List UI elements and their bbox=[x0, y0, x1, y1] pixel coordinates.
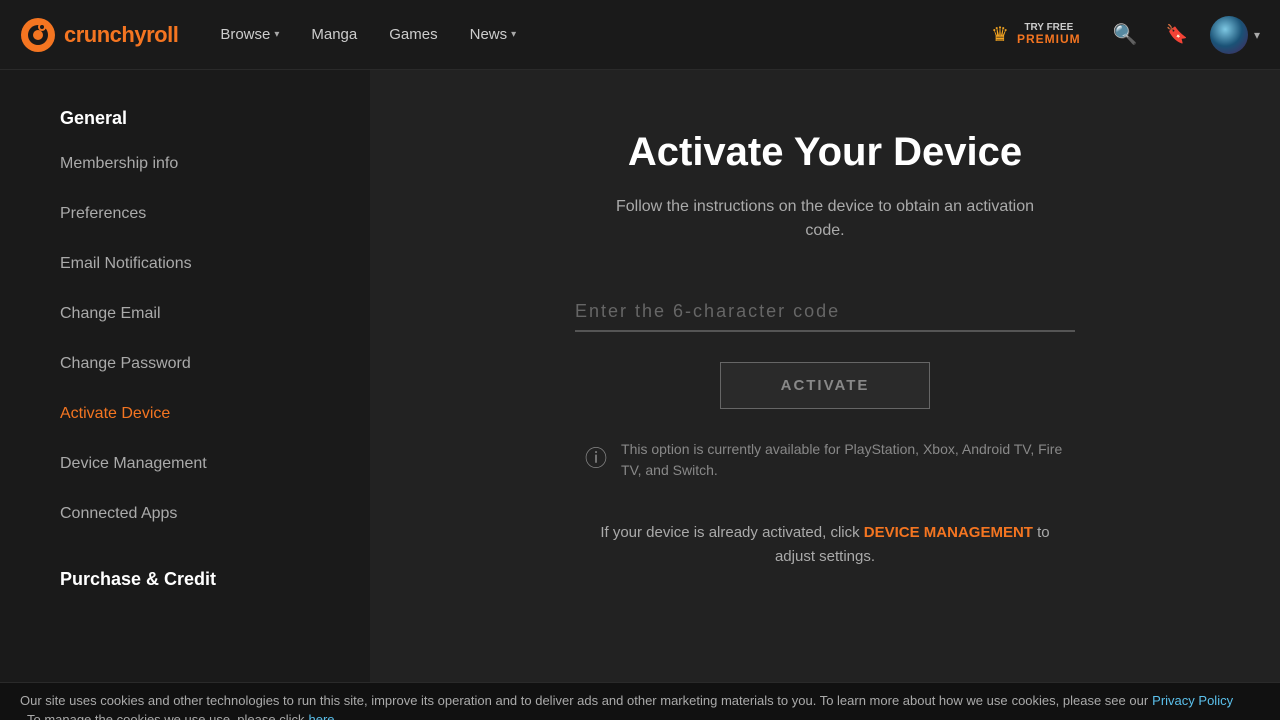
device-management-link[interactable]: DEVICE MANAGEMENT bbox=[864, 524, 1033, 541]
sidebar-item-preferences[interactable]: Preferences bbox=[0, 189, 370, 239]
nav-news[interactable]: News ▾ bbox=[458, 18, 529, 51]
browse-chevron-icon: ▾ bbox=[274, 29, 279, 40]
logo[interactable]: crunchyroll bbox=[20, 17, 178, 53]
user-avatar-area[interactable]: ▾ bbox=[1210, 16, 1260, 54]
nav-browse[interactable]: Browse ▾ bbox=[208, 18, 291, 51]
page-subtitle: Follow the instructions on the device to… bbox=[615, 195, 1035, 243]
info-icon: ⓘ bbox=[585, 441, 607, 473]
code-input-section bbox=[575, 293, 1075, 332]
sidebar-general-title: General bbox=[0, 98, 370, 139]
main-layout: General Membership info Preferences Emai… bbox=[0, 70, 1280, 682]
info-box: ⓘ This option is currently available for… bbox=[585, 439, 1065, 481]
sidebar-item-change-email[interactable]: Change Email bbox=[0, 289, 370, 339]
cookie-text-after: . To manage the cookies we use use, plea… bbox=[20, 712, 304, 720]
activate-button[interactable]: ACTIVATE bbox=[720, 362, 931, 409]
info-text: This option is currently available for P… bbox=[621, 439, 1065, 481]
premium-button[interactable]: ♛ TRY FREE PREMIUM bbox=[981, 16, 1091, 53]
news-chevron-icon: ▾ bbox=[511, 29, 516, 40]
premium-label: PREMIUM bbox=[1017, 33, 1081, 46]
nav-manga[interactable]: Manga bbox=[299, 18, 369, 51]
activation-code-input[interactable] bbox=[575, 293, 1075, 332]
page-title: Activate Your Device bbox=[628, 130, 1022, 175]
cookie-text-before: Our site uses cookies and other technolo… bbox=[20, 693, 1008, 708]
sidebar: General Membership info Preferences Emai… bbox=[0, 70, 370, 682]
privacy-policy-link[interactable]: Privacy Policy bbox=[1152, 693, 1233, 708]
header-right: ♛ TRY FREE PREMIUM 🔍 🔖 ▾ bbox=[981, 16, 1260, 54]
logo-text: crunchyroll bbox=[64, 22, 178, 48]
user-menu-chevron-icon: ▾ bbox=[1254, 28, 1260, 42]
crown-icon: ♛ bbox=[991, 22, 1009, 47]
sidebar-item-email-notifications[interactable]: Email Notifications bbox=[0, 239, 370, 289]
avatar bbox=[1210, 16, 1248, 54]
sidebar-item-device-management[interactable]: Device Management bbox=[0, 439, 370, 489]
sidebar-item-activate-device[interactable]: Activate Device bbox=[0, 389, 370, 439]
cookie-period: . bbox=[339, 712, 343, 720]
sidebar-purchase-title: Purchase & Credit bbox=[0, 559, 370, 600]
main-content: Activate Your Device Follow the instruct… bbox=[370, 70, 1280, 682]
nav-games[interactable]: Games bbox=[377, 18, 449, 51]
search-button[interactable]: 🔍 bbox=[1107, 16, 1144, 53]
device-mgmt-text-before: If your device is already activated, cli… bbox=[600, 524, 859, 541]
header: crunchyroll Browse ▾ Manga Games News ▾ … bbox=[0, 0, 1280, 70]
main-nav: Browse ▾ Manga Games News ▾ bbox=[208, 18, 981, 51]
sidebar-item-change-password[interactable]: Change Password bbox=[0, 339, 370, 389]
search-icon: 🔍 bbox=[1113, 22, 1138, 47]
device-management-link-section: If your device is already activated, cli… bbox=[585, 521, 1065, 569]
bookmark-button[interactable]: 🔖 bbox=[1160, 18, 1194, 51]
cookie-banner: Our site uses cookies and other technolo… bbox=[0, 682, 1280, 720]
bookmark-icon: 🔖 bbox=[1166, 24, 1188, 45]
sidebar-item-connected-apps[interactable]: Connected Apps bbox=[0, 489, 370, 539]
cookie-text-middle: cookies, please see our bbox=[1012, 693, 1149, 708]
sidebar-item-membership[interactable]: Membership info bbox=[0, 139, 370, 189]
cookie-here-link[interactable]: here bbox=[308, 712, 334, 720]
